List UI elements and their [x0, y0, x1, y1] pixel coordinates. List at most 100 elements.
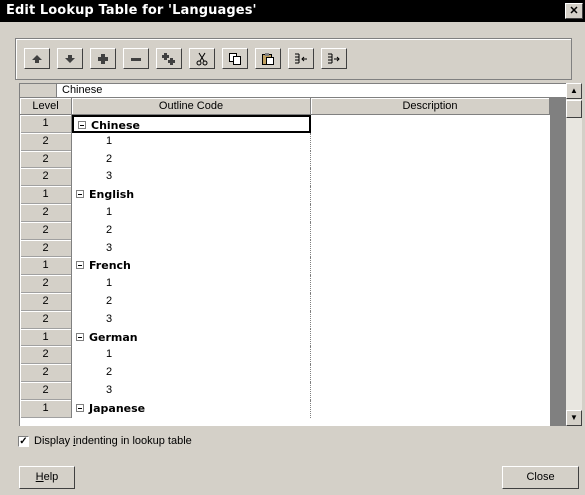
table-row[interactable]: 22 — [20, 292, 567, 311]
row-level-cell[interactable]: 1 — [20, 186, 72, 204]
row-level-cell[interactable]: 1 — [20, 257, 72, 276]
table-row[interactable]: 21 — [20, 203, 567, 222]
description-cell[interactable] — [311, 240, 550, 258]
description-cell[interactable] — [311, 257, 550, 275]
close-window-button[interactable]: ✕ — [565, 3, 583, 19]
description-cell[interactable] — [311, 400, 550, 418]
description-cell[interactable] — [311, 115, 550, 133]
outline-code-cell[interactable]: 3 — [72, 310, 311, 329]
close-button[interactable]: Close — [502, 466, 579, 489]
outline-code-label: 1 — [106, 205, 113, 218]
table-row[interactable]: 22 — [20, 364, 567, 382]
outline-code-cell[interactable]: 3 — [72, 239, 311, 258]
outline-code-cell[interactable]: 2 — [72, 150, 311, 169]
row-level-cell[interactable]: 2 — [20, 364, 72, 382]
table-row[interactable]: 23 — [20, 239, 567, 258]
move-up-icon — [32, 54, 42, 63]
row-level-cell[interactable]: 2 — [20, 168, 72, 187]
row-level-cell[interactable]: 2 — [20, 381, 72, 400]
paste-icon — [262, 52, 274, 65]
outline-code-cell[interactable]: 1 — [72, 132, 311, 151]
row-level-cell[interactable]: 2 — [20, 150, 72, 169]
vertical-scrollbar[interactable]: ▲ ▼ — [566, 83, 582, 426]
description-cell[interactable] — [311, 346, 550, 364]
table-row[interactable]: 23 — [20, 310, 567, 329]
insert-row-button[interactable] — [156, 48, 182, 69]
row-level-cell[interactable]: 2 — [20, 275, 72, 293]
outline-code-cell[interactable]: 2 — [72, 364, 311, 382]
collapse-icon[interactable] — [76, 403, 84, 412]
outline-code-cell[interactable]: 2 — [72, 221, 311, 240]
cell-edit-input[interactable]: Chinese — [62, 84, 102, 97]
outline-code-cell[interactable]: 1 — [72, 346, 311, 365]
outline-code-cell[interactable]: 1 — [72, 275, 311, 293]
column-header-level[interactable]: Level — [20, 98, 72, 115]
description-cell[interactable] — [311, 133, 550, 151]
display-indenting-checkbox[interactable]: ✓ — [18, 435, 29, 447]
row-level-cell[interactable]: 2 — [20, 239, 72, 258]
outline-code-cell[interactable]: 3 — [72, 168, 311, 187]
cut-button[interactable] — [189, 48, 215, 69]
table-row[interactable]: 22 — [20, 150, 567, 169]
description-cell[interactable] — [311, 186, 550, 204]
description-cell[interactable] — [311, 204, 550, 222]
column-header-outline-code[interactable]: Outline Code — [72, 98, 311, 115]
move-up-button[interactable] — [24, 48, 50, 69]
outdent-button[interactable] — [123, 48, 149, 69]
description-cell[interactable] — [311, 311, 550, 329]
outline-code-cell[interactable]: 2 — [72, 292, 311, 311]
description-cell[interactable] — [311, 151, 550, 169]
description-cell[interactable] — [311, 293, 550, 311]
collapse-icon[interactable] — [76, 261, 84, 270]
row-level-cell[interactable]: 2 — [20, 310, 72, 329]
row-level-cell[interactable]: 1 — [20, 328, 72, 347]
table-row[interactable]: 1 French — [20, 257, 567, 276]
move-down-button[interactable] — [57, 48, 83, 69]
collapse-icon[interactable] — [76, 190, 84, 199]
description-cell[interactable] — [311, 329, 550, 347]
description-cell[interactable] — [311, 364, 550, 382]
description-cell[interactable] — [311, 222, 550, 240]
outline-code-cell[interactable]: 1 — [72, 203, 311, 222]
table-row[interactable]: 21 — [20, 346, 567, 365]
toolbar — [15, 38, 572, 80]
row-level-cell[interactable]: 2 — [20, 221, 72, 240]
help-button[interactable]: Help — [19, 466, 75, 489]
scroll-down-button[interactable]: ▼ — [566, 410, 582, 426]
row-level-cell[interactable]: 1 — [20, 399, 72, 418]
description-cell[interactable] — [311, 275, 550, 293]
table-row[interactable]: 22 — [20, 221, 567, 240]
table-row[interactable]: 1 German — [20, 328, 567, 347]
column-header-description[interactable]: Description — [311, 98, 550, 115]
outline-code-cell[interactable]: Japanese — [72, 399, 311, 418]
outline-code-cell[interactable]: Chinese — [72, 115, 311, 133]
row-level-cell[interactable]: 2 — [20, 346, 72, 365]
export-button[interactable] — [321, 48, 347, 69]
outline-code-cell[interactable]: 3 — [72, 381, 311, 400]
row-level-cell[interactable]: 2 — [20, 292, 72, 311]
collapse-icon[interactable] — [78, 121, 86, 129]
paste-button[interactable] — [255, 48, 281, 69]
outline-code-cell[interactable]: English — [72, 186, 311, 204]
row-level-cell[interactable]: 2 — [20, 203, 72, 222]
table-row[interactable]: 23 — [20, 381, 567, 400]
row-level-cell[interactable]: 2 — [20, 132, 72, 151]
description-cell[interactable] — [311, 382, 550, 400]
table-row[interactable]: 23 — [20, 168, 567, 187]
row-level-cell[interactable]: 1 — [20, 115, 72, 133]
table-row[interactable]: 21 — [20, 275, 567, 293]
outline-code-cell[interactable]: German — [72, 328, 311, 347]
outline-code-cell[interactable]: French — [72, 257, 311, 276]
table-row[interactable]: 1 Chinese — [20, 115, 567, 133]
scroll-up-button[interactable]: ▲ — [566, 83, 582, 99]
table-row[interactable]: 1 English — [20, 186, 567, 204]
scroll-thumb[interactable] — [566, 100, 582, 118]
description-cell[interactable] — [311, 168, 550, 186]
indent-button[interactable] — [90, 48, 116, 69]
display-indenting-option[interactable]: ✓ Display indenting in lookup table — [18, 434, 192, 448]
table-row[interactable]: 21 — [20, 132, 567, 151]
copy-button[interactable] — [222, 48, 248, 69]
import-button[interactable] — [288, 48, 314, 69]
table-row[interactable]: 1 Japanese — [20, 399, 567, 418]
collapse-icon[interactable] — [76, 332, 84, 341]
